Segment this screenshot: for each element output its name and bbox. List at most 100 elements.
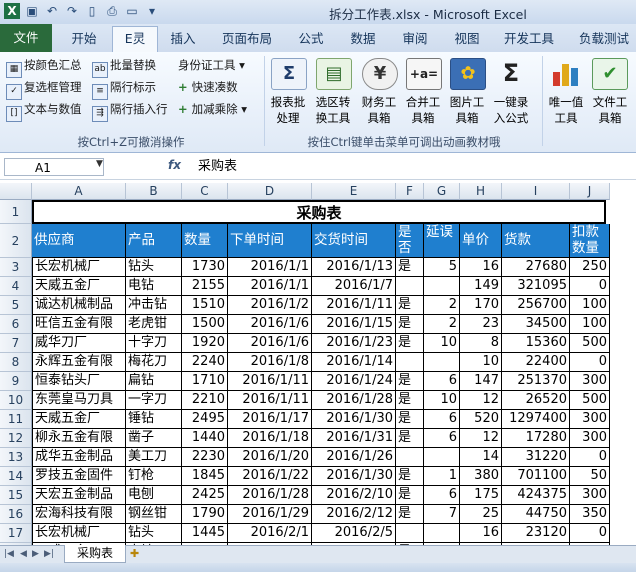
tab-review[interactable]: 审阅 [392, 27, 438, 51]
table-cell[interactable]: 31220 [502, 448, 570, 467]
table-cell[interactable]: 2016/1/7 [312, 277, 396, 296]
checkbox-manager-button[interactable]: ✓ 复选框管理 [6, 78, 82, 100]
table-cell[interactable]: 宏海科技有限 [32, 505, 126, 524]
column-title-cell[interactable]: 单价 [460, 224, 502, 258]
table-cell[interactable]: 256700 [502, 296, 570, 315]
table-cell[interactable]: 1790 [182, 505, 228, 524]
table-cell[interactable]: 是 [396, 258, 424, 277]
text-number-button[interactable]: [] 文本与数值 [6, 100, 82, 122]
table-cell[interactable]: 2016/1/28 [228, 486, 312, 505]
batch-replace-button[interactable]: ab 批量替换 [92, 56, 156, 78]
table-cell[interactable] [424, 448, 460, 467]
tab-data[interactable]: 数据 [340, 27, 386, 51]
insert-alternate-row-button[interactable]: ⇶ 隔行插入行 [92, 100, 168, 122]
row-header[interactable]: 12 [0, 429, 32, 448]
table-cell[interactable]: 2016/1/11 [228, 391, 312, 410]
tab-view[interactable]: 视图 [444, 27, 490, 51]
tab-insert[interactable]: 插入 [160, 27, 206, 51]
table-cell[interactable]: 2016/1/30 [312, 410, 396, 429]
id-card-tool-button[interactable]: 身份证工具 ▾ [178, 56, 245, 74]
table-cell[interactable]: 1297400 [502, 410, 570, 429]
table-cell[interactable]: 2016/1/22 [228, 467, 312, 486]
column-header-c[interactable]: C [182, 183, 228, 200]
table-cell[interactable]: 扁钻 [126, 372, 182, 391]
table-cell[interactable] [424, 277, 460, 296]
column-title-cell[interactable]: 供应商 [32, 224, 126, 258]
table-cell[interactable]: 2155 [182, 277, 228, 296]
table-cell[interactable]: 成华五金制品 [32, 448, 126, 467]
table-cell[interactable]: 诚达机械制品 [32, 296, 126, 315]
table-cell[interactable]: 2016/1/26 [312, 448, 396, 467]
table-cell[interactable]: 6 [424, 372, 460, 391]
table-cell[interactable] [396, 277, 424, 296]
next-sheet-icon[interactable]: ▶ [32, 546, 39, 563]
table-cell[interactable]: 2016/2/12 [312, 505, 396, 524]
table-cell[interactable]: 2016/1/23 [312, 334, 396, 353]
row-header[interactable]: 11 [0, 410, 32, 429]
table-cell[interactable]: 149 [460, 277, 502, 296]
alternate-row-mark-button[interactable]: ≡ 隔行标示 [92, 78, 156, 100]
table-cell[interactable]: 26520 [502, 391, 570, 410]
table-cell[interactable]: 16 [460, 524, 502, 543]
table-cell[interactable]: 旺信五金有限 [32, 315, 126, 334]
table-cell[interactable]: 2016/1/6 [228, 315, 312, 334]
table-cell[interactable]: 500 [570, 391, 610, 410]
table-cell[interactable]: 250 [570, 258, 610, 277]
row-header[interactable]: 5 [0, 296, 32, 315]
column-title-cell[interactable]: 是否 [396, 224, 424, 258]
insert-sheet-icon[interactable]: ✚ [130, 547, 139, 560]
table-cell[interactable]: 2016/1/11 [228, 372, 312, 391]
table-cell[interactable]: 27680 [502, 258, 570, 277]
table-cell[interactable]: 16 [460, 258, 502, 277]
column-header-i[interactable]: I [502, 183, 570, 200]
table-cell[interactable]: 2016/1/18 [228, 429, 312, 448]
table-cell[interactable]: 10 [424, 334, 460, 353]
table-cell[interactable]: 钻头 [126, 258, 182, 277]
table-cell[interactable]: 100 [570, 296, 610, 315]
table-cell[interactable] [396, 353, 424, 372]
table-cell[interactable]: 170 [460, 296, 502, 315]
table-cell[interactable]: 天威五金厂 [32, 410, 126, 429]
table-cell[interactable]: 东莞皇马刀具 [32, 391, 126, 410]
table-cell[interactable]: 8 [460, 334, 502, 353]
table-cell[interactable]: 1445 [182, 524, 228, 543]
table-cell[interactable]: 是 [396, 410, 424, 429]
table-cell[interactable]: 威华刀厂 [32, 334, 126, 353]
table-cell[interactable]: 柳永五金有限 [32, 429, 126, 448]
table-cell[interactable]: 2016/1/15 [312, 315, 396, 334]
row-header[interactable]: 9 [0, 372, 32, 391]
table-cell[interactable]: 300 [570, 372, 610, 391]
table-cell[interactable]: 长宏机械厂 [32, 524, 126, 543]
table-cell[interactable]: 10 [460, 353, 502, 372]
table-cell[interactable]: 梅花刀 [126, 353, 182, 372]
insert-function-icon[interactable]: fx [168, 158, 181, 172]
row-header[interactable]: 2 [0, 224, 32, 258]
table-cell[interactable]: 凿子 [126, 429, 182, 448]
table-cell[interactable]: 424375 [502, 486, 570, 505]
table-cell[interactable]: 是 [396, 334, 424, 353]
table-cell[interactable]: 2016/1/17 [228, 410, 312, 429]
table-cell[interactable]: 300 [570, 486, 610, 505]
table-cell[interactable]: 22400 [502, 353, 570, 372]
table-cell[interactable]: 钉枪 [126, 467, 182, 486]
table-cell[interactable]: 15360 [502, 334, 570, 353]
row-header[interactable]: 4 [0, 277, 32, 296]
formula-input[interactable]: 采购表 [198, 158, 237, 176]
table-cell[interactable]: 1710 [182, 372, 228, 391]
table-cell[interactable]: 钻头 [126, 524, 182, 543]
table-cell[interactable]: 2016/2/5 [312, 524, 396, 543]
sheet-tab-purchase[interactable]: 采购表 [64, 545, 126, 563]
table-cell[interactable]: 14 [460, 448, 502, 467]
table-cell[interactable]: 2016/1/28 [312, 391, 396, 410]
table-cell[interactable]: 6 [424, 486, 460, 505]
row-header[interactable]: 14 [0, 467, 32, 486]
table-cell[interactable]: 1920 [182, 334, 228, 353]
table-cell[interactable] [424, 353, 460, 372]
last-sheet-icon[interactable]: ▶| [44, 546, 54, 563]
table-cell[interactable]: 10 [424, 391, 460, 410]
table-cell[interactable]: 2016/1/8 [228, 353, 312, 372]
table-cell[interactable]: 500 [570, 334, 610, 353]
table-cell[interactable]: 2016/2/10 [312, 486, 396, 505]
column-title-cell[interactable]: 延误 [424, 224, 460, 258]
row-header[interactable]: 16 [0, 505, 32, 524]
